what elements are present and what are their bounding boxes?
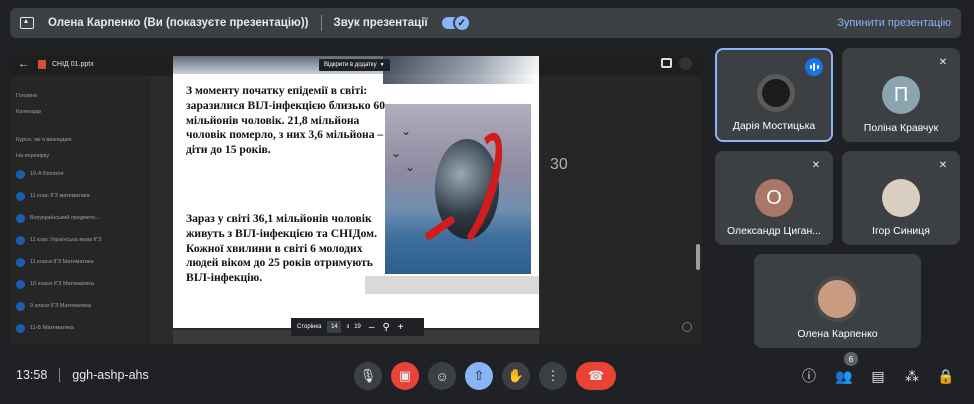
reactions-button[interactable]: ☺ xyxy=(428,362,456,390)
meeting-details-icon[interactable]: ⓘ xyxy=(799,366,819,386)
slide-paragraph-2: Зараз у світі 36,1 мільйонів чоловік жив… xyxy=(186,212,377,285)
presentation-sound-toggle[interactable]: ✓ xyxy=(441,14,471,32)
slide-header-gradient xyxy=(383,56,539,84)
page-separator: з xyxy=(346,324,350,330)
file-name: СНІД 01.pptx xyxy=(52,60,94,68)
microphone-icon: 🎙 xyxy=(359,368,377,383)
more-options-button[interactable]: ⋮ xyxy=(539,362,567,390)
list-item: 11 класи ІГЗ Математика xyxy=(16,256,94,268)
slide-picture-red-ribbon-globe: ⌄ ⌄ ⌄ xyxy=(385,104,531,274)
people-count-badge: 6 xyxy=(844,352,858,366)
page-total: 19 xyxy=(354,324,361,330)
avatar xyxy=(814,276,860,322)
hand-icon: ✋ xyxy=(507,368,525,383)
shared-screen: Головна Календар Курси, які я викладаю Н… xyxy=(10,52,702,344)
list-item: 11 клас Українська мова ІГЗ xyxy=(16,234,101,246)
list-item: Головна xyxy=(16,93,37,99)
avatar xyxy=(882,179,920,217)
zoom-out-button[interactable]: – xyxy=(369,322,375,333)
powerpoint-icon xyxy=(38,59,46,69)
participant-name: Поліна Кравчук xyxy=(863,122,939,134)
microphone-button[interactable]: 🎙 xyxy=(354,362,382,390)
open-with-app-button[interactable]: Відкрити в додатку ▼ xyxy=(319,59,390,71)
bird-icon: ⌄ xyxy=(405,160,416,174)
back-arrow-icon[interactable]: ← xyxy=(18,58,32,70)
check-icon: ✓ xyxy=(452,14,471,32)
list-item: 10 класи ІГЗ Математика xyxy=(16,278,94,290)
list-item: На перевірку xyxy=(16,153,50,159)
chat-icon[interactable]: ▤ xyxy=(868,366,888,386)
raise-hand-button[interactable]: ✋ xyxy=(502,362,530,390)
participant-name: Олена Карпенко xyxy=(797,328,878,340)
participant-name: Дарія Мостицька xyxy=(732,120,816,132)
present-screen-icon: ⇧ xyxy=(473,368,485,383)
participant-tile[interactable]: Дарія Мостицька xyxy=(715,48,833,142)
list-item: Курси, які я викладаю xyxy=(16,137,72,143)
presenter-status: Олена Карпенко (Ви (показуєте презентаці… xyxy=(48,17,309,29)
bird-icon: ⌄ xyxy=(401,124,412,138)
page-number-input[interactable]: 14 xyxy=(327,321,342,333)
page-navigator: Сторінка 14 з 19 – ⚲ + xyxy=(291,318,424,336)
zoom-icon: ⚲ xyxy=(382,321,390,333)
leave-call-button[interactable]: ☎ xyxy=(576,362,616,390)
activities-icon[interactable]: ⁂ xyxy=(902,366,922,386)
smiley-icon: ☺ xyxy=(435,368,449,384)
participant-name: Ігор Синиця xyxy=(872,225,930,237)
list-item: 9 класи ІГЗ Математика xyxy=(16,300,91,312)
background-panel xyxy=(540,76,702,344)
presentation-slide: З моменту початку епідемії в світі: зара… xyxy=(173,56,539,328)
participant-tile-self[interactable]: Олена Карпенко xyxy=(754,254,921,348)
print-icon[interactable] xyxy=(661,58,672,68)
mic-off-icon: ✕ xyxy=(811,160,821,171)
slide-paragraph-1: З моменту початку епідемії в світі: зара… xyxy=(186,84,386,157)
presenting-bar: Олена Карпенко (Ви (показуєте презентаці… xyxy=(10,8,961,38)
host-controls-icon[interactable]: 🔒 xyxy=(936,366,956,386)
more-vert-icon: ⋮ xyxy=(546,368,560,383)
list-item: Календар xyxy=(16,109,41,115)
stop-presenting-button[interactable]: Зупинити презентацію xyxy=(837,17,951,29)
list-item: 11 клас ІГЗ математика xyxy=(16,190,90,202)
mic-off-icon: ✕ xyxy=(938,160,948,171)
present-screen-icon xyxy=(20,17,34,29)
participant-tile[interactable]: П ✕ Поліна Кравчук xyxy=(842,48,960,142)
meeting-info: 13:58 ggh-ashp-ahs xyxy=(16,368,149,382)
hang-up-icon: ☎ xyxy=(587,368,605,383)
avatar: О xyxy=(755,179,793,217)
participant-tile[interactable]: О ✕ Олександр Циган... xyxy=(715,151,833,245)
background-sidebar: Головна Календар Курси, які я викладаю Н… xyxy=(10,76,150,344)
slide-gray-block xyxy=(365,276,539,294)
background-number: 30 xyxy=(550,156,568,173)
meeting-code: ggh-ashp-ahs xyxy=(72,368,149,382)
bird-icon: ⌄ xyxy=(391,146,402,160)
clock-time: 13:58 xyxy=(16,368,48,382)
divider xyxy=(59,368,61,382)
participant-name: Олександр Циган... xyxy=(726,225,822,237)
avatar xyxy=(757,74,795,112)
camera-off-icon: ▣ xyxy=(398,368,412,383)
page-label: Сторінка xyxy=(297,324,322,330)
mic-off-icon: ✕ xyxy=(938,57,948,68)
presentation-sound-label: Звук презентації xyxy=(333,17,428,29)
more-options-icon[interactable] xyxy=(679,57,692,70)
participant-tile[interactable]: ✕ Ігор Синиця xyxy=(842,151,960,245)
help-icon[interactable] xyxy=(682,322,692,332)
zoom-in-button[interactable]: + xyxy=(398,322,404,333)
list-item: 10-А Біологія xyxy=(16,168,63,180)
avatar: П xyxy=(882,76,920,114)
divider xyxy=(320,15,322,31)
present-now-button[interactable]: ⇧ xyxy=(465,362,493,390)
list-item: Всеукраїнський предметн... xyxy=(16,212,100,224)
list-item: 11-Б Математика xyxy=(16,322,74,334)
speaking-indicator-icon xyxy=(805,58,823,76)
scrollbar[interactable] xyxy=(696,244,700,270)
camera-off-button[interactable]: ▣ xyxy=(391,362,419,390)
people-icon[interactable]: 👥 xyxy=(834,366,854,386)
